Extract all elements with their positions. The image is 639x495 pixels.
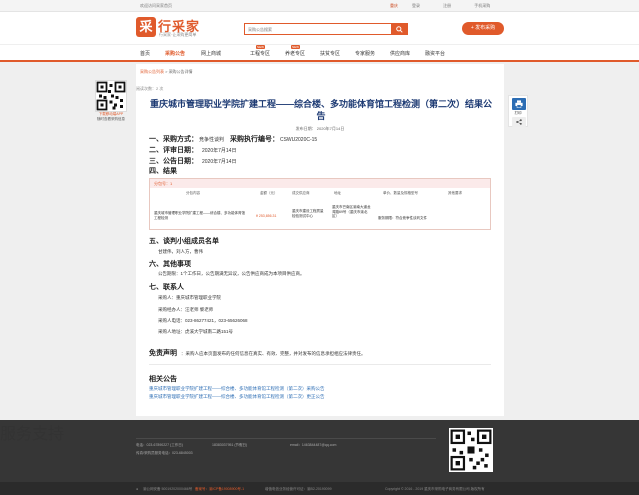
nav-elderly[interactable]: 养老专区 NEW <box>285 45 306 57</box>
section-other: 六、其他事项 <box>149 261 191 268</box>
method-label: 一、采购方式： <box>149 136 198 143</box>
disclaimer-label: 免责声明 <box>149 350 177 357</box>
section-result: 四、结果 <box>149 168 177 175</box>
page-title: 重庆城市管理职业学院扩建工程——综合楼、多功能体育馆工程检测（第二次）结果公告 <box>150 99 493 121</box>
bottom-bar: ● 渝公网安备 50019202000466号 备案号：渝ICP备1900890… <box>0 482 639 495</box>
cell-supplier: 重庆市建设工程质量检验测试中心 <box>292 209 324 218</box>
footer-phone: 电话：023-67890227 (工作日) <box>136 443 183 447</box>
table-header: 分包内容 <box>186 191 200 195</box>
notice-value: 2020年7月14日 <box>202 159 237 165</box>
related-link[interactable]: 重庆城市管理职业学院扩建工程——综合楼、多功能体育馆工程检测（第二次）更正公告 <box>149 394 325 400</box>
login-link[interactable]: 登录 <box>412 3 420 8</box>
table-header: 成交供应商 <box>292 191 310 195</box>
print-panel: 打印 <box>508 95 528 127</box>
package-label: 分包号：1 <box>150 179 490 188</box>
qr-icon <box>96 81 126 111</box>
print-label[interactable]: 打印 <box>509 111 527 116</box>
footer-qr-code <box>449 428 493 472</box>
nav-notices[interactable]: 采购公告 <box>165 50 185 57</box>
code-label: 采购执行编号： <box>229 136 279 143</box>
read-count: 阅读次数：2 次 <box>136 86 164 91</box>
app-qr-label: 下载移动端APP 随时查看采购信息 <box>92 112 130 122</box>
nav-mall[interactable]: 网上商城 <box>201 50 221 57</box>
search-icon[interactable] <box>391 24 407 34</box>
section-review: 二、评审日期： 2020年7月14日 <box>149 145 236 155</box>
share-icon[interactable] <box>512 117 526 127</box>
location-selector[interactable]: 重庆 <box>390 3 398 9</box>
top-bar: 欢迎访问采家首页 重庆 登录 注册 手机采购 <box>0 0 639 12</box>
notice-label: 三、公告日期： <box>149 158 198 165</box>
other-details: 公告期限：1个工作日，公告期满无异议，公告供应商成为本项目供应商。 <box>158 271 305 276</box>
nav-suppliers[interactable]: 供应商库 <box>390 50 410 57</box>
copyright: Copyright © 2016 - 2019 重庆市采购电子商务有限公司 版权… <box>385 487 485 491</box>
qr-label-sub: 随时查看采购信息 <box>97 117 125 121</box>
cell-spec: 服务期限：符合竞争性谈判文件 <box>378 216 427 220</box>
mobile-link[interactable]: 手机采购 <box>474 3 490 8</box>
new-badge: NEW <box>291 45 300 49</box>
top-links: 登录 注册 手机采购 <box>412 3 512 9</box>
footer-email[interactable]: email：1463844487@qq.com <box>290 443 336 448</box>
cell-address: 重庆市巴南区渝南大道龙湾路69号（重庆市渝北区） <box>332 205 371 218</box>
result-table: 分包号：1 分包内容 金额（元） 成交供应商 地址 单价、数量及规格型号 其他要… <box>149 178 491 230</box>
nav-finance[interactable]: 融资平台 <box>425 50 445 57</box>
table-header: 单价、数量及规格型号 <box>383 191 418 195</box>
contact-address: 采购人地址：虎溪大学城南二路151号 <box>158 329 234 334</box>
disclaimer-text: ：采购人应本页面发布的任何信息在真实、有效、完整，并对发布的信息承担相应法律责任… <box>181 351 366 356</box>
contact-handler: 采购经办人：汪老师 黎老师 <box>158 307 214 312</box>
contact-purchaser: 采购人：重庆城市管理职业学院 <box>158 295 221 300</box>
review-value: 2020年7月14日 <box>202 148 237 154</box>
footer-fax: 传真/采购员服务电话：023-6845003 <box>136 451 193 455</box>
search-box <box>244 23 408 35</box>
footer-title: 服务支持 <box>0 426 65 443</box>
table-header: 地址 <box>334 191 341 195</box>
register-link[interactable]: 注册 <box>443 3 451 8</box>
divider <box>149 364 491 365</box>
footer-divider <box>136 438 436 439</box>
related-link[interactable]: 重庆城市管理职业学院扩建工程——综合楼、多功能体育馆工程检测（第二次）采购公告 <box>149 386 325 392</box>
nav-engineering[interactable]: 工程专区 NEW <box>250 45 271 57</box>
qr-icon <box>449 428 493 472</box>
section-panel: 五、谈判小组成员名单 <box>149 238 219 245</box>
footer <box>0 420 639 482</box>
publish-button[interactable]: + 发布采购 <box>462 22 504 35</box>
method-value: 竞争性谈判 <box>199 137 225 143</box>
disclaimer: 免责声明 ：采购人应本页面发布的任何信息在真实、有效、完整，并对发布的信息承担相应… <box>149 348 366 358</box>
new-badge: NEW <box>256 45 265 49</box>
section-contact: 七、联系人 <box>149 284 184 291</box>
breadcrumb-current: 采购公告详情 <box>168 69 193 74</box>
icp-police[interactable]: 渝公网安备 50019202000466号 <box>143 487 192 492</box>
isp-license: 增值电信业务经营许可证：渝B2-20190099 <box>265 487 332 491</box>
nav-experts[interactable]: 专家服务 <box>355 50 375 57</box>
contact-phone: 采购人电话：023-86277421，023-65626068 <box>158 318 248 323</box>
search-input[interactable] <box>245 24 391 34</box>
breadcrumb: 采购公告列表 > 采购公告详情 <box>140 69 193 75</box>
nav-label: 养老专区 <box>285 51 306 57</box>
nav-label: 工程专区 <box>250 51 271 57</box>
related-heading: 相关公告 <box>149 376 177 383</box>
main-nav: 首页 采购公告 网上商城 工程专区 NEW 养老专区 NEW 扶贫专区 专家服务 供… <box>0 45 639 62</box>
footer-phone-holiday: 18383037951 (节假日) <box>212 443 248 447</box>
code-value: CSWU2020C-15 <box>279 137 318 143</box>
breadcrumb-root[interactable]: 采购公告列表 <box>140 69 164 74</box>
app-qr-code <box>95 80 127 112</box>
nav-home[interactable]: 首页 <box>140 50 150 57</box>
logo-subtitle: 行采家·让采购更简单 <box>159 32 197 37</box>
table-header: 金额（元） <box>260 191 278 195</box>
cell-content: 重庆城市管理职业学院扩建工程——综合楼、多功能体育馆工程检测 <box>154 211 245 220</box>
police-icon: ● <box>136 487 139 491</box>
logo-mark[interactable]: 采 <box>136 17 156 37</box>
icp-license[interactable]: 备案号：渝ICP备19008900号-1 <box>195 487 244 492</box>
section-method: 一、采购方式：竞争性谈判 采购执行编号：CSWU2020C-15 <box>149 134 317 144</box>
welcome-link[interactable]: 欢迎访问采家首页 <box>140 3 172 9</box>
print-icon[interactable] <box>512 98 526 110</box>
section-notice: 三、公告日期： 2020年7月14日 <box>149 156 236 166</box>
publish-date: 发布日期： 2020年7月14日 <box>295 126 345 131</box>
nav-poverty[interactable]: 扶贫专区 <box>320 50 340 57</box>
table-header: 其他要求 <box>448 191 462 195</box>
review-label: 二、评审日期： <box>149 147 198 154</box>
cell-amount: ¥ 253,656.31 <box>256 214 277 218</box>
panel-members: 甘建伟，刘人方，曹伟 <box>158 249 203 254</box>
